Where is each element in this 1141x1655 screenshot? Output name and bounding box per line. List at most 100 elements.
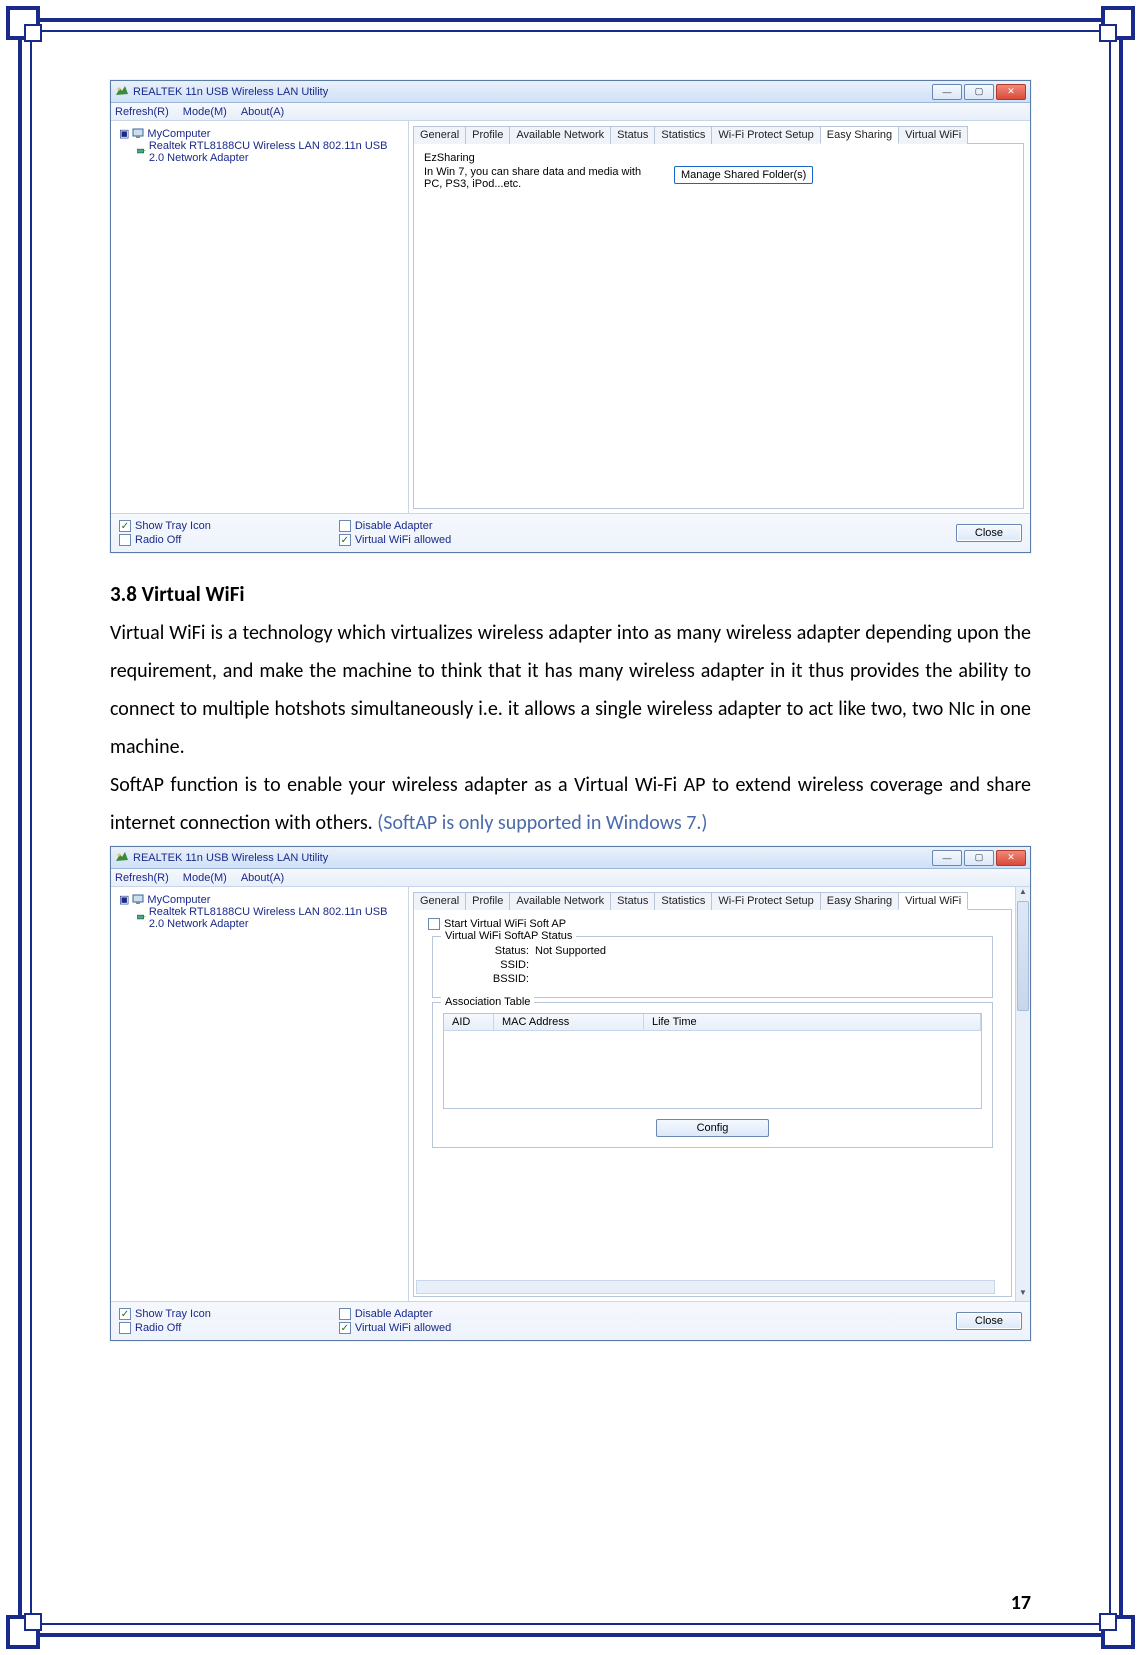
maximize-button[interactable]: ▢ xyxy=(964,850,994,866)
section-paragraph-2: SoftAP function is to enable your wirele… xyxy=(110,766,1031,842)
tree-adapter-label: Realtek RTL8188CU Wireless LAN 802.11n U… xyxy=(149,140,400,164)
tab-wifi-protect[interactable]: Wi-Fi Protect Setup xyxy=(711,892,820,910)
tree-root[interactable]: ▣ MyComputer xyxy=(119,127,400,140)
frame-corner-inner xyxy=(24,1613,42,1631)
tree-root[interactable]: ▣ MyComputer xyxy=(119,893,400,906)
tab-status[interactable]: Status xyxy=(610,126,655,144)
softap-status-group: Virtual WiFi SoftAP Status Status:Not Su… xyxy=(432,936,993,998)
tree-adapter[interactable]: Realtek RTL8188CU Wireless LAN 802.11n U… xyxy=(119,906,400,930)
vertical-scrollbar[interactable]: ▲ ▼ xyxy=(1015,887,1030,1301)
virtual-wifi-allowed-checkbox[interactable]: ✓Virtual WiFi allowed xyxy=(339,534,451,546)
ezsharing-heading: EzSharing xyxy=(424,152,1013,164)
ezsharing-desc: In Win 7, you can share data and media w… xyxy=(424,166,644,190)
title-bar[interactable]: REALTEK 11n USB Wireless LAN Utility — ▢… xyxy=(111,81,1030,103)
tab-profile[interactable]: Profile xyxy=(465,126,510,144)
app-window-virtual-wifi: REALTEK 11n USB Wireless LAN Utility — ▢… xyxy=(110,846,1031,1341)
association-table-legend: Association Table xyxy=(441,996,534,1008)
frame-corner-inner xyxy=(1099,24,1117,42)
frame-corner-inner xyxy=(24,24,42,42)
tab-profile[interactable]: Profile xyxy=(465,892,510,910)
section-heading: 3.8 Virtual WiFi xyxy=(110,581,1031,608)
tab-easy-sharing[interactable]: Easy Sharing xyxy=(820,126,899,144)
close-window-button[interactable]: ✕ xyxy=(996,850,1026,866)
maximize-button[interactable]: ▢ xyxy=(964,84,994,100)
status-label: Status: xyxy=(483,945,529,957)
bssid-label: BSSID: xyxy=(483,973,529,985)
device-tree-pane: ▣ MyComputer Realtek RTL8188CU Wireless … xyxy=(111,887,409,1301)
show-tray-checkbox[interactable]: ✓Show Tray Icon xyxy=(119,520,211,532)
app-icon xyxy=(115,85,129,99)
section-paragraph-1: Virtual WiFi is a technology which virtu… xyxy=(110,614,1031,766)
softap-status-legend: Virtual WiFi SoftAP Status xyxy=(441,930,576,942)
tab-easy-sharing[interactable]: Easy Sharing xyxy=(820,892,899,910)
horizontal-scrollbar[interactable] xyxy=(416,1280,995,1294)
show-tray-checkbox[interactable]: ✓Show Tray Icon xyxy=(119,1308,211,1320)
col-aid[interactable]: AID xyxy=(444,1014,494,1030)
scroll-thumb[interactable] xyxy=(1017,901,1029,1011)
tab-general[interactable]: General xyxy=(413,126,466,144)
manage-shared-folders-button[interactable]: Manage Shared Folder(s) xyxy=(674,166,813,184)
tab-available-network[interactable]: Available Network xyxy=(509,126,611,144)
radio-off-checkbox[interactable]: Radio Off xyxy=(119,1322,211,1334)
bottom-bar: ✓Show Tray Icon Radio Off Disable Adapte… xyxy=(111,513,1030,552)
col-life-time[interactable]: Life Time xyxy=(644,1014,981,1030)
menu-about[interactable]: About(A) xyxy=(241,106,284,118)
col-mac[interactable]: MAC Address xyxy=(494,1014,644,1030)
bottom-bar: ✓Show Tray Icon Radio Off Disable Adapte… xyxy=(111,1301,1030,1340)
tab-wifi-protect[interactable]: Wi-Fi Protect Setup xyxy=(711,126,820,144)
status-value: Not Supported xyxy=(535,945,606,957)
scroll-up-icon[interactable]: ▲ xyxy=(1016,887,1030,900)
association-table-group: Association Table AID MAC Address Life T… xyxy=(432,1002,993,1148)
device-tree-pane: ▣ MyComputer Realtek RTL8188CU Wireless … xyxy=(111,121,409,513)
tab-status[interactable]: Status xyxy=(610,892,655,910)
virtual-wifi-allowed-checkbox[interactable]: ✓Virtual WiFi allowed xyxy=(339,1322,451,1334)
frame-corner-inner xyxy=(1099,1613,1117,1631)
tree-root-label: MyComputer xyxy=(147,894,210,906)
menu-refresh[interactable]: Refresh(R) xyxy=(115,106,169,118)
tab-strip: General Profile Available Network Status… xyxy=(413,891,1012,910)
window-title: REALTEK 11n USB Wireless LAN Utility xyxy=(133,852,932,864)
app-icon xyxy=(115,851,129,865)
tab-virtual-wifi[interactable]: Virtual WiFi xyxy=(898,126,968,144)
page-number: 17 xyxy=(1011,1591,1031,1615)
tab-statistics[interactable]: Statistics xyxy=(654,892,712,910)
tree-expand-icon[interactable]: ▣ xyxy=(119,127,129,140)
computer-icon xyxy=(132,894,144,905)
minimize-button[interactable]: — xyxy=(932,84,962,100)
menu-mode[interactable]: Mode(M) xyxy=(183,872,227,884)
adapter-icon xyxy=(137,147,146,158)
menu-mode[interactable]: Mode(M) xyxy=(183,106,227,118)
computer-icon xyxy=(132,128,144,139)
tab-general[interactable]: General xyxy=(413,892,466,910)
menu-bar: Refresh(R) Mode(M) About(A) xyxy=(111,869,1030,887)
scroll-down-icon[interactable]: ▼ xyxy=(1016,1288,1030,1301)
radio-off-checkbox[interactable]: Radio Off xyxy=(119,534,211,546)
tab-content-virtual-wifi: Start Virtual WiFi Soft AP Virtual WiFi … xyxy=(413,910,1012,1297)
close-button[interactable]: Close xyxy=(956,524,1022,542)
tab-strip: General Profile Available Network Status… xyxy=(413,125,1024,144)
close-button[interactable]: Close xyxy=(956,1312,1022,1330)
tab-content-easy-sharing: EzSharing In Win 7, you can share data a… xyxy=(413,144,1024,509)
menu-about[interactable]: About(A) xyxy=(241,872,284,884)
tab-available-network[interactable]: Available Network xyxy=(509,892,611,910)
tree-adapter-label: Realtek RTL8188CU Wireless LAN 802.11n U… xyxy=(149,906,400,930)
title-bar[interactable]: REALTEK 11n USB Wireless LAN Utility — ▢… xyxy=(111,847,1030,869)
tree-root-label: MyComputer xyxy=(147,128,210,140)
window-title: REALTEK 11n USB Wireless LAN Utility xyxy=(133,86,932,98)
close-window-button[interactable]: ✕ xyxy=(996,84,1026,100)
tab-virtual-wifi[interactable]: Virtual WiFi xyxy=(898,892,968,910)
tree-expand-icon[interactable]: ▣ xyxy=(119,893,129,906)
app-window-easy-sharing: REALTEK 11n USB Wireless LAN Utility — ▢… xyxy=(110,80,1031,553)
disable-adapter-checkbox[interactable]: Disable Adapter xyxy=(339,1308,451,1320)
association-table[interactable]: AID MAC Address Life Time xyxy=(443,1013,982,1109)
menu-bar: Refresh(R) Mode(M) About(A) xyxy=(111,103,1030,121)
tab-statistics[interactable]: Statistics xyxy=(654,126,712,144)
adapter-icon xyxy=(137,913,146,924)
tree-adapter[interactable]: Realtek RTL8188CU Wireless LAN 802.11n U… xyxy=(119,140,400,164)
ssid-label: SSID: xyxy=(483,959,529,971)
start-virtual-wifi-checkbox[interactable]: Start Virtual WiFi Soft AP xyxy=(428,918,1001,930)
menu-refresh[interactable]: Refresh(R) xyxy=(115,872,169,884)
minimize-button[interactable]: — xyxy=(932,850,962,866)
config-button[interactable]: Config xyxy=(656,1119,770,1137)
disable-adapter-checkbox[interactable]: Disable Adapter xyxy=(339,520,451,532)
